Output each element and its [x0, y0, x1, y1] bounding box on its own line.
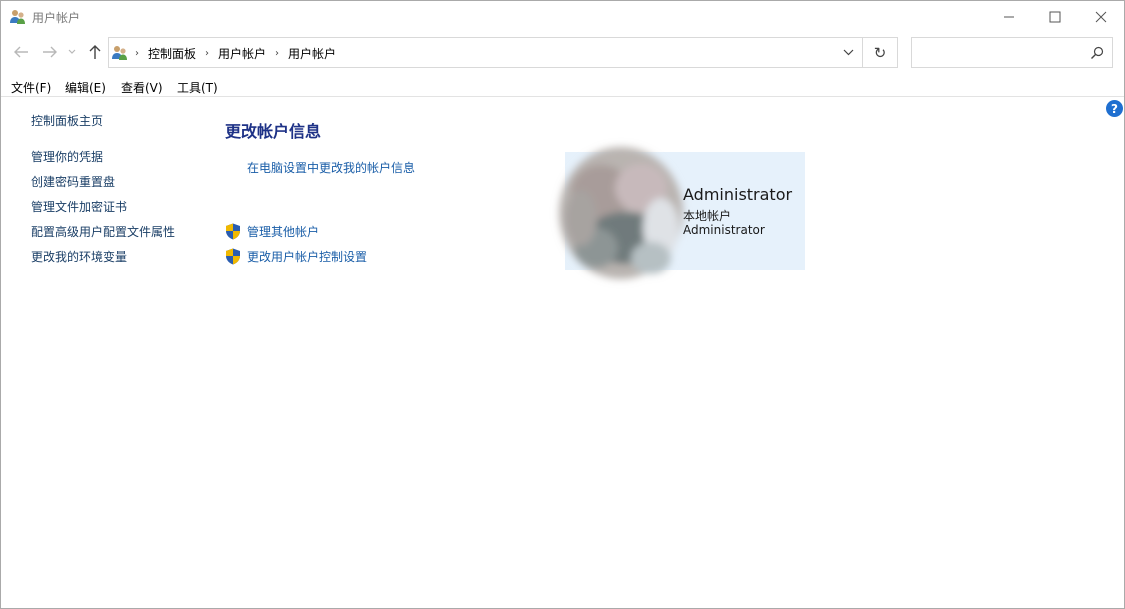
account-group: Administrator — [683, 223, 765, 237]
breadcrumb-user-accounts-current[interactable]: 用户帐户 — [288, 45, 336, 62]
breadcrumb-user-accounts[interactable]: 用户帐户 — [218, 45, 266, 62]
navigation-bar: › 控制面板 › 用户帐户 › 用户帐户 ↻ — [1, 35, 1124, 69]
users-icon — [112, 46, 127, 60]
page-title: 更改帐户信息 — [225, 122, 322, 141]
breadcrumb-control-panel[interactable]: 控制面板 — [148, 45, 196, 62]
arrow-up-icon — [89, 45, 101, 59]
chevron-right-icon[interactable]: › — [275, 48, 279, 59]
refresh-icon: ↻ — [873, 43, 887, 62]
forward-button[interactable] — [40, 41, 60, 63]
help-icon[interactable]: ? — [1106, 100, 1123, 117]
uac-shield-icon — [226, 248, 240, 265]
menu-file[interactable]: 文件(F) — [11, 79, 51, 96]
chevron-down-icon — [68, 49, 76, 54]
sidebar-link-advanced-profile-properties[interactable]: 配置高级用户配置文件属性 — [31, 223, 175, 240]
maximize-button[interactable] — [1032, 1, 1078, 32]
sidebar-link-encryption-certificates[interactable]: 管理文件加密证书 — [31, 198, 127, 215]
sidebar-link-environment-variables[interactable]: 更改我的环境变量 — [31, 248, 127, 265]
address-bar[interactable]: › 控制面板 › 用户帐户 › 用户帐户 — [108, 37, 863, 68]
sidebar-link-manage-credentials[interactable]: 管理你的凭据 — [31, 148, 103, 165]
minimize-icon — [1004, 16, 1014, 17]
menu-tools[interactable]: 工具(T) — [177, 79, 218, 96]
account-type: 本地帐户 — [683, 209, 732, 223]
uac-settings-link[interactable]: 更改用户帐户控制设置 — [247, 248, 367, 265]
users-icon — [10, 10, 25, 24]
uac-shield-icon — [226, 223, 240, 240]
manage-other-accounts-link[interactable]: 管理其他帐户 — [247, 223, 319, 240]
minimize-button[interactable] — [986, 1, 1032, 32]
address-dropdown-button[interactable] — [834, 38, 862, 67]
close-button[interactable] — [1078, 1, 1124, 32]
chevron-down-icon — [843, 49, 853, 56]
refresh-button[interactable]: ↻ — [863, 37, 898, 68]
avatar — [559, 147, 683, 279]
up-button[interactable] — [85, 41, 105, 63]
menu-bar: 文件(F) 编辑(E) 查看(V) 工具(T) — [1, 76, 1124, 97]
menu-view[interactable]: 查看(V) — [121, 79, 163, 96]
account-name: Administrator — [683, 185, 793, 204]
back-button[interactable] — [11, 41, 31, 63]
breadcrumb: › 控制面板 › 用户帐户 › 用户帐户 — [135, 45, 336, 62]
window-title: 用户帐户 — [32, 11, 81, 25]
chevron-right-icon[interactable]: › — [205, 48, 209, 59]
search-input[interactable] — [911, 37, 1113, 68]
sidebar-link-control-panel-home[interactable]: 控制面板主页 — [31, 112, 103, 129]
recent-locations-button[interactable] — [65, 41, 79, 63]
sidebar-link-password-reset-disk[interactable]: 创建密码重置盘 — [31, 173, 115, 190]
window: 用户帐户 › 控制面板 › 用户帐户 › 用户帐户 ↻ 文件(F) 编辑(E) … — [0, 0, 1125, 609]
title-bar: 用户帐户 — [1, 1, 1124, 32]
menu-edit[interactable]: 编辑(E) — [65, 79, 106, 96]
maximize-icon — [1049, 11, 1061, 22]
close-icon — [1095, 11, 1107, 22]
pc-settings-link[interactable]: 在电脑设置中更改我的帐户信息 — [247, 159, 415, 176]
search-icon — [1091, 46, 1104, 59]
arrow-left-icon — [14, 46, 28, 58]
arrow-right-icon — [43, 46, 57, 58]
chevron-right-icon[interactable]: › — [135, 48, 139, 59]
